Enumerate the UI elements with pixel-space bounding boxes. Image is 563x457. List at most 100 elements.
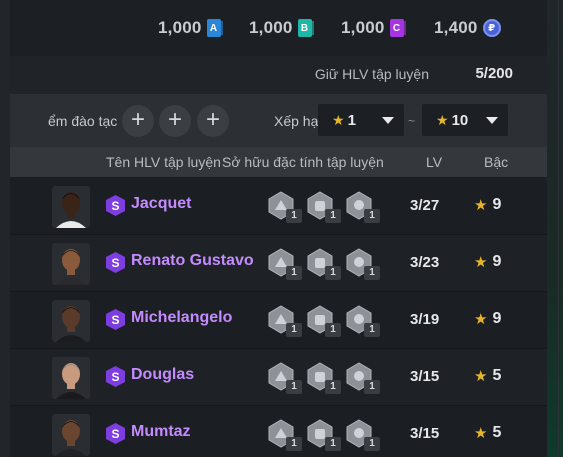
training-trait-icon[interactable]: 1 xyxy=(305,190,341,223)
rank-filter-label: Xếp hạ xyxy=(274,113,319,129)
coach-rank-value: 9 xyxy=(492,196,502,213)
training-trait-icon[interactable]: 1 xyxy=(266,190,302,223)
trait-level: 1 xyxy=(364,209,380,223)
trait-list: 1 1 1 xyxy=(266,190,380,223)
coach-list-screen: 1,000 A 1,000 B 1,000 C 1,400 ₽ Giữ HLV … xyxy=(0,0,563,457)
table-row[interactable]: S Jacquet 1 1 1 3/27 ★ 9 xyxy=(10,178,547,235)
coach-level: 3/27 xyxy=(410,197,440,214)
star-icon: ★ xyxy=(332,111,345,128)
rank-max-dropdown[interactable]: ★ 10 xyxy=(422,104,508,136)
avatar xyxy=(52,243,90,285)
trait-list: 1 1 1 xyxy=(266,418,380,451)
left-edge xyxy=(0,0,10,457)
s-grade-badge-icon: S xyxy=(106,423,125,444)
trait-level: 1 xyxy=(286,437,302,451)
training-trait-icon[interactable]: 1 xyxy=(344,304,380,337)
s-grade-badge-icon: S xyxy=(106,252,125,273)
training-trait-icon[interactable]: 1 xyxy=(305,418,341,451)
chevron-down-icon xyxy=(382,117,394,124)
coin-icon: ₽ xyxy=(482,19,501,37)
coach-rank-value: 5 xyxy=(492,424,502,441)
coach-rank: ★ 9 xyxy=(474,310,501,328)
trait-level: 1 xyxy=(286,209,302,223)
table-row[interactable]: S Michelangelo 1 1 1 3/19 ★ 9 xyxy=(10,292,547,349)
currency-c-amount: 1,000 xyxy=(341,18,385,37)
table-row[interactable]: S Renato Gustavo 1 1 1 3/23 ★ 9 xyxy=(10,235,547,292)
currency-b-amount: 1,000 xyxy=(249,18,293,37)
svg-text:S: S xyxy=(111,199,119,213)
s-grade-badge-icon: S xyxy=(106,309,125,330)
training-trait-icon[interactable]: 1 xyxy=(305,361,341,394)
header-name[interactable]: Tên HLV tập luyện xyxy=(106,154,221,170)
coach-name: Michelangelo xyxy=(131,309,233,326)
right-scroll-edge xyxy=(547,0,563,457)
training-trait-icon[interactable]: 1 xyxy=(266,361,302,394)
currency-a: 1,000 A xyxy=(158,18,223,38)
header-lv[interactable]: LV xyxy=(426,154,442,170)
currency-a-amount: 1,000 xyxy=(158,18,202,37)
chevron-down-icon xyxy=(486,117,498,124)
avatar xyxy=(52,414,90,456)
coach-rank-value: 9 xyxy=(492,253,502,270)
range-separator: ~ xyxy=(408,114,416,128)
table-row[interactable]: S Mumtaz 1 1 1 3/15 ★ 5 xyxy=(10,406,547,457)
coach-rank-value: 5 xyxy=(492,367,502,384)
holdings-row: Giữ HLV tập luyện 5/200 xyxy=(10,56,547,94)
rank-min-dropdown[interactable]: ★ 1 xyxy=(318,104,404,136)
header-traits: Sở hữu đặc tính tập luyện xyxy=(222,154,384,170)
currency-b-icon: B xyxy=(297,19,314,37)
training-points-label: ểm đào tạc xyxy=(48,113,118,129)
trait-level: 1 xyxy=(325,437,341,451)
avatar xyxy=(52,300,90,342)
training-trait-icon[interactable]: 1 xyxy=(266,304,302,337)
star-icon: ★ xyxy=(474,311,488,328)
svg-text:S: S xyxy=(111,256,119,270)
training-trait-icon[interactable]: 1 xyxy=(266,418,302,451)
trait-level: 1 xyxy=(286,380,302,394)
trait-level: 1 xyxy=(286,266,302,280)
svg-text:S: S xyxy=(111,370,119,384)
add-trait-filter-1-button[interactable]: + xyxy=(122,105,154,137)
currency-c-icon: C xyxy=(389,19,406,37)
rank-max-value: 10 xyxy=(451,111,469,129)
holdings-label: Giữ HLV tập luyện xyxy=(314,66,429,82)
coach-rank-value: 9 xyxy=(492,310,502,327)
trait-level: 1 xyxy=(325,266,341,280)
trait-level: 1 xyxy=(325,209,341,223)
s-grade-badge-icon: S xyxy=(106,366,125,387)
trait-list: 1 1 1 xyxy=(266,304,380,337)
star-icon: ★ xyxy=(474,197,488,214)
coach-name: Mumtaz xyxy=(131,423,191,440)
header-rank[interactable]: Bậc xyxy=(484,154,508,170)
s-grade-badge-icon: S xyxy=(106,195,125,216)
coach-rank: ★ 5 xyxy=(474,367,501,385)
coach-level: 3/15 xyxy=(410,368,440,385)
coach-rank: ★ 5 xyxy=(474,424,501,442)
training-trait-icon[interactable]: 1 xyxy=(344,190,380,223)
currency-bar: 1,000 A 1,000 B 1,000 C 1,400 ₽ xyxy=(10,0,547,56)
trait-level: 1 xyxy=(325,380,341,394)
star-icon: ★ xyxy=(474,368,488,385)
filter-row: ểm đào tạc + + + Xếp hạ ★ 1 ~ ★ 10 xyxy=(10,94,547,147)
avatar xyxy=(52,186,90,228)
coach-rank: ★ 9 xyxy=(474,253,501,271)
training-trait-icon[interactable]: 1 xyxy=(266,247,302,280)
training-trait-icon[interactable]: 1 xyxy=(305,247,341,280)
trait-level: 1 xyxy=(286,323,302,337)
training-trait-icon[interactable]: 1 xyxy=(344,418,380,451)
add-trait-filter-3-button[interactable]: + xyxy=(197,105,229,137)
rank-min-value: 1 xyxy=(347,111,356,129)
coach-level: 3/19 xyxy=(410,311,440,328)
training-trait-icon[interactable]: 1 xyxy=(344,361,380,394)
trait-level: 1 xyxy=(364,266,380,280)
coach-name: Douglas xyxy=(131,366,195,383)
svg-text:S: S xyxy=(111,427,119,441)
currency-points: 1,400 ₽ xyxy=(434,18,501,38)
add-trait-filter-2-button[interactable]: + xyxy=(159,105,191,137)
currency-a-icon: A xyxy=(206,19,223,37)
currency-points-amount: 1,400 xyxy=(434,18,478,37)
training-trait-icon[interactable]: 1 xyxy=(305,304,341,337)
trait-level: 1 xyxy=(364,323,380,337)
training-trait-icon[interactable]: 1 xyxy=(344,247,380,280)
table-row[interactable]: S Douglas 1 1 1 3/15 ★ 5 xyxy=(10,349,547,406)
